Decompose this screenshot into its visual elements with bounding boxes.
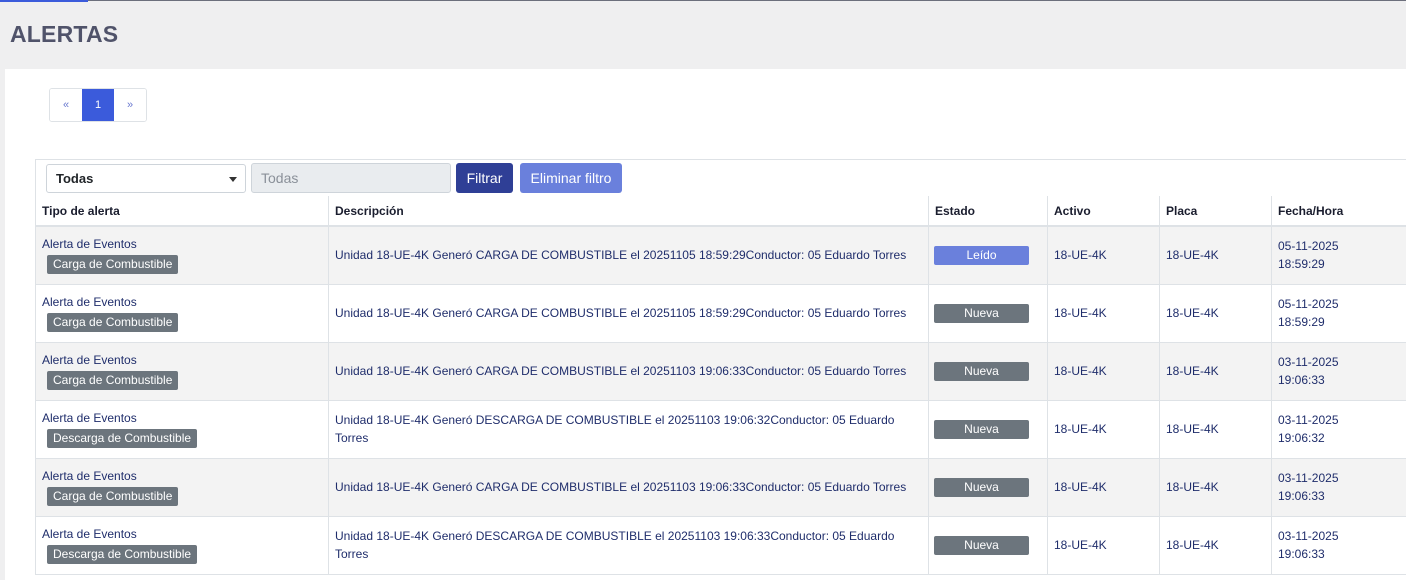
table-header-row: Tipo de alerta Descripción Estado Activo… xyxy=(35,196,1406,227)
asset-cell: 18-UE-4K xyxy=(1047,341,1160,401)
table-row[interactable]: Alerta de Eventos Carga de Combustible U… xyxy=(35,283,1406,343)
status-badge: Nueva xyxy=(934,361,1029,381)
datetime-cell: 03-11-2025 19:06:32 xyxy=(1271,399,1406,459)
date-text: 03-11-2025 xyxy=(1278,355,1339,369)
datetime-cell: 05-11-2025 18:59:29 xyxy=(1271,225,1406,285)
top-bar: ALERTAS xyxy=(0,0,1406,69)
plate-cell: 18-UE-4K xyxy=(1159,341,1272,401)
status-badge: Leído xyxy=(934,245,1029,265)
filter-button[interactable]: Filtrar xyxy=(456,163,513,193)
time-text: 19:06:33 xyxy=(1278,547,1325,561)
page-title: ALERTAS xyxy=(10,21,119,47)
alert-type-cell: Alerta de Eventos Carga de Combustible xyxy=(35,283,329,343)
datetime-cell: 05-11-2025 18:59:29 xyxy=(1271,283,1406,343)
filter-bar: Todas Filtrar Eliminar filtro xyxy=(35,159,1406,196)
column-header-asset[interactable]: Activo xyxy=(1047,196,1160,227)
time-text: 18:59:29 xyxy=(1278,315,1325,329)
alert-description: Unidad 18-UE-4K Generó CARGA DE COMBUSTI… xyxy=(328,457,929,517)
status-cell: Nueva xyxy=(928,283,1048,343)
status-badge: Nueva xyxy=(934,535,1029,555)
pagination-prev-button[interactable]: « xyxy=(50,89,82,121)
table-row[interactable]: Alerta de Eventos Carga de Combustible U… xyxy=(35,457,1406,517)
table-row[interactable]: Alerta de Eventos Descarga de Combustibl… xyxy=(35,515,1406,575)
datetime-cell: 03-11-2025 19:06:33 xyxy=(1271,515,1406,575)
date-text: 03-11-2025 xyxy=(1278,413,1339,427)
alert-description: Unidad 18-UE-4K Generó CARGA DE COMBUSTI… xyxy=(328,283,929,343)
alert-category-badge: Carga de Combustible xyxy=(47,254,179,274)
status-badge: Nueva xyxy=(934,477,1029,497)
column-header-description[interactable]: Descripción xyxy=(328,196,929,227)
table-row[interactable]: Alerta de Eventos Carga de Combustible U… xyxy=(35,225,1406,285)
column-header-type[interactable]: Tipo de alerta xyxy=(35,196,329,227)
left-gutter xyxy=(0,69,5,580)
column-header-datetime[interactable]: Fecha/Hora xyxy=(1271,196,1406,227)
date-text: 05-11-2025 xyxy=(1278,297,1339,311)
time-text: 18:59:29 xyxy=(1278,257,1325,272)
column-header-status[interactable]: Estado xyxy=(928,196,1048,227)
pagination-page-1[interactable]: 1 xyxy=(82,89,114,121)
alert-category-badge: Descarga de Combustible xyxy=(47,544,198,564)
alert-type-select[interactable]: Todas xyxy=(46,164,246,193)
plate-cell: 18-UE-4K xyxy=(1159,283,1272,343)
status-cell: Nueva xyxy=(928,457,1048,517)
time-text: 19:06:33 xyxy=(1278,489,1325,503)
table-row[interactable]: Alerta de Eventos Carga de Combustible U… xyxy=(35,341,1406,401)
plate-cell: 18-UE-4K xyxy=(1159,399,1272,459)
alert-description: Unidad 18-UE-4K Generó CARGA DE COMBUSTI… xyxy=(328,225,929,285)
alert-description: Unidad 18-UE-4K Generó DESCARGA DE COMBU… xyxy=(328,515,929,575)
alert-type-cell: Alerta de Eventos Carga de Combustible xyxy=(35,341,329,401)
status-cell: Nueva xyxy=(928,515,1048,575)
table-row[interactable]: Alerta de Eventos Descarga de Combustibl… xyxy=(35,399,1406,459)
plate-cell: 18-UE-4K xyxy=(1159,225,1272,285)
pagination: « 1 » xyxy=(49,88,147,122)
datetime-cell: 03-11-2025 19:06:33 xyxy=(1271,457,1406,517)
time-text: 19:06:33 xyxy=(1278,373,1325,387)
asset-cell: 18-UE-4K xyxy=(1047,225,1160,285)
status-cell: Nueva xyxy=(928,341,1048,401)
status-cell: Leído xyxy=(928,225,1048,285)
alert-category-badge: Carga de Combustible xyxy=(47,312,179,332)
datetime-cell: 03-11-2025 19:06:33 xyxy=(1271,341,1406,401)
alerts-table: Tipo de alerta Descripción Estado Activo… xyxy=(35,196,1406,575)
alert-category-badge: Carga de Combustible xyxy=(47,370,179,390)
date-text: 05-11-2025 xyxy=(1278,239,1339,254)
asset-cell: 18-UE-4K xyxy=(1047,515,1160,575)
status-badge: Nueva xyxy=(934,303,1029,323)
alert-description: Unidad 18-UE-4K Generó DESCARGA DE COMBU… xyxy=(328,399,929,459)
time-text: 19:06:32 xyxy=(1278,431,1325,445)
alert-type-select-value: Todas xyxy=(56,171,94,186)
status-cell: Nueva xyxy=(928,399,1048,459)
alert-type-title: Alerta de Eventos xyxy=(42,294,137,309)
plate-cell: 18-UE-4K xyxy=(1159,515,1272,575)
date-text: 03-11-2025 xyxy=(1278,529,1339,543)
asset-cell: 18-UE-4K xyxy=(1047,283,1160,343)
date-text: 03-11-2025 xyxy=(1278,471,1339,485)
chevron-down-icon xyxy=(229,177,237,182)
alert-type-cell: Alerta de Eventos Descarga de Combustibl… xyxy=(35,515,329,575)
filter-text-input[interactable] xyxy=(251,163,451,193)
alert-type-title: Alerta de Eventos xyxy=(42,410,137,425)
plate-cell: 18-UE-4K xyxy=(1159,457,1272,517)
asset-cell: 18-UE-4K xyxy=(1047,457,1160,517)
alert-type-title: Alerta de Eventos xyxy=(42,236,137,251)
alert-category-badge: Carga de Combustible xyxy=(47,486,179,506)
pagination-next-button[interactable]: » xyxy=(114,89,146,121)
alert-type-title: Alerta de Eventos xyxy=(42,526,137,541)
alert-description: Unidad 18-UE-4K Generó CARGA DE COMBUSTI… xyxy=(328,341,929,401)
alert-type-cell: Alerta de Eventos Descarga de Combustibl… xyxy=(35,399,329,459)
alert-type-title: Alerta de Eventos xyxy=(42,468,137,483)
alert-category-badge: Descarga de Combustible xyxy=(47,428,198,448)
column-header-plate[interactable]: Placa xyxy=(1159,196,1272,227)
asset-cell: 18-UE-4K xyxy=(1047,399,1160,459)
alert-type-cell: Alerta de Eventos Carga de Combustible xyxy=(35,225,329,285)
clear-filter-button[interactable]: Eliminar filtro xyxy=(520,163,622,193)
alert-type-cell: Alerta de Eventos Carga de Combustible xyxy=(35,457,329,517)
status-badge: Nueva xyxy=(934,419,1029,439)
top-accent-bar xyxy=(0,0,88,2)
alert-type-title: Alerta de Eventos xyxy=(42,352,137,367)
